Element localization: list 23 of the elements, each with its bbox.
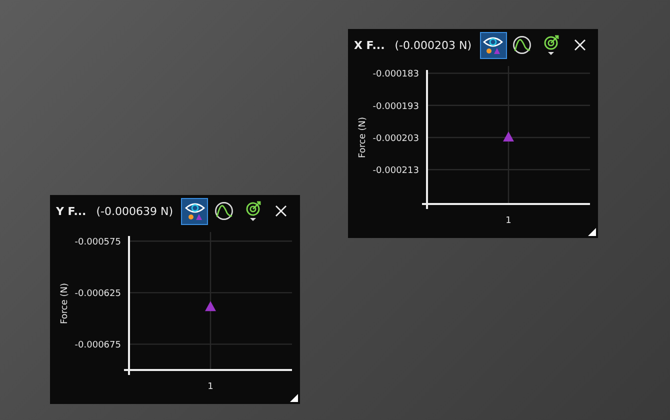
data-point bbox=[503, 132, 514, 142]
axis-label: Force (N) bbox=[358, 117, 368, 158]
close-icon[interactable] bbox=[275, 205, 287, 217]
panel-title: Y F... bbox=[56, 204, 86, 218]
tick-label: -0.000193 bbox=[372, 102, 419, 112]
panel-title: X F... bbox=[354, 38, 385, 52]
tick-label: 1 bbox=[208, 382, 214, 392]
tick-label: -0.000183 bbox=[372, 70, 419, 80]
close-icon[interactable] bbox=[574, 39, 586, 51]
resize-grip-icon[interactable] bbox=[588, 228, 596, 236]
tick-label: 1 bbox=[506, 216, 512, 226]
tick-label: -0.000675 bbox=[74, 340, 121, 351]
axis-label: Force (N) bbox=[60, 283, 70, 324]
tick-label: -0.000575 bbox=[74, 238, 121, 248]
force-reading: (-0.000203 N) bbox=[394, 38, 472, 52]
resize-grip-icon[interactable] bbox=[290, 394, 298, 402]
tick-label: -0.000625 bbox=[74, 289, 121, 300]
eye-shapes-button[interactable] bbox=[480, 32, 507, 58]
tick-label: -0.000203 bbox=[372, 134, 419, 144]
eye-shapes-button[interactable] bbox=[181, 198, 208, 224]
tick-label: -0.000213 bbox=[372, 166, 419, 176]
force-reading: (-0.000639 N) bbox=[96, 204, 173, 218]
data-point bbox=[205, 301, 216, 312]
